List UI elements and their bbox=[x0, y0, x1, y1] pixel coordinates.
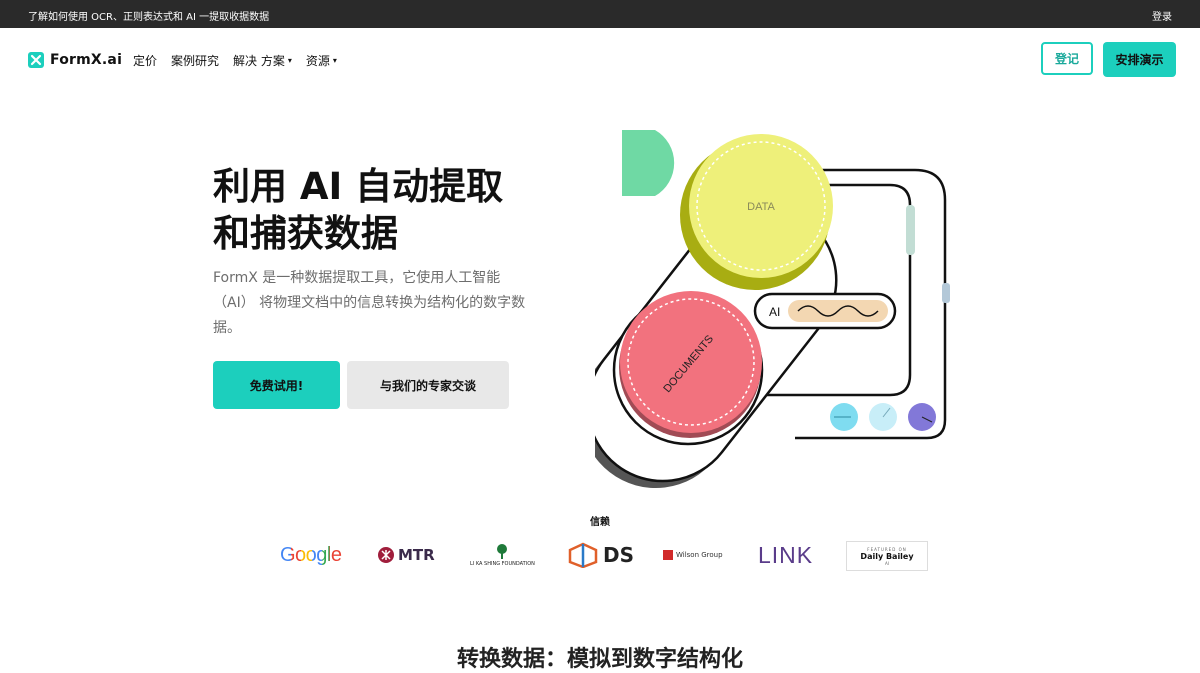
hero-illustration: DATA AI DOCUMENTS bbox=[580, 120, 955, 490]
nav-item-pricing[interactable]: 定价 bbox=[133, 52, 157, 69]
chevron-down-icon: ▾ bbox=[287, 56, 292, 65]
wilson-mark-icon bbox=[663, 550, 673, 560]
link-logo: LINK bbox=[758, 538, 813, 572]
nav-item-label: 资源 bbox=[305, 54, 330, 68]
nav-item-label: 案例研究 bbox=[171, 54, 220, 68]
hero-title-line-2: 和捕获数据 bbox=[213, 212, 398, 255]
hero-description: FormX 是一种数据提取工具，它使用人工智能（AI） 将物理文档中的信息转换为… bbox=[213, 270, 526, 336]
daily-bailey-badge: FEATURED ON Daily Bailey AI bbox=[846, 541, 928, 571]
login-link[interactable]: 登录 bbox=[1152, 8, 1172, 23]
client-logos: Google MTR LI KA SHING FOUNDATION DS Wil… bbox=[270, 538, 940, 572]
nav-item-label: 解决 方案 bbox=[233, 54, 285, 68]
main-nav: FormX.ai 定价 案例研究 解决 方案 ▾ 资源 ▾ 登记 安排演示 bbox=[0, 28, 1200, 92]
wilson-group-logo: Wilson Group bbox=[663, 538, 723, 572]
daily-bailey-ai-text: AI bbox=[885, 560, 889, 566]
google-logo-text: Google bbox=[280, 543, 342, 566]
mtr-logo-text: MTR bbox=[398, 546, 435, 564]
google-logo: Google bbox=[280, 538, 342, 572]
talk-to-expert-button[interactable]: 与我们的专家交谈 bbox=[347, 361, 509, 409]
announcement-bar: 了解如何使用 OCR、正则表达式和 AI 一提取收据数据 登录 bbox=[0, 0, 1200, 28]
li-ka-shing-logo: LI KA SHING FOUNDATION bbox=[470, 538, 535, 572]
nav-menu: 定价 案例研究 解决 方案 ▾ 资源 ▾ bbox=[133, 52, 337, 69]
data-label: DATA bbox=[747, 201, 775, 213]
daily-bailey-name: Daily Bailey bbox=[860, 551, 914, 561]
ds-cube-icon bbox=[568, 542, 598, 568]
ds-logo: DS bbox=[568, 538, 634, 572]
ai-label: AI bbox=[769, 305, 780, 319]
nav-item-resources[interactable]: 资源 ▾ bbox=[306, 52, 337, 69]
signup-button[interactable]: 登记 bbox=[1041, 42, 1093, 75]
book-demo-button[interactable]: 安排演示 bbox=[1103, 42, 1176, 77]
wilson-group-logo-text: Wilson Group bbox=[676, 551, 723, 559]
announcement-link[interactable]: 了解如何使用 OCR、正则表达式和 AI 一提取收据数据 bbox=[28, 8, 269, 23]
chevron-down-icon: ▾ bbox=[332, 56, 337, 65]
logo[interactable]: FormX.ai bbox=[28, 51, 122, 69]
link-logo-text: LINK bbox=[758, 541, 814, 568]
nav-item-label: 定价 bbox=[133, 54, 158, 68]
hero-title-line-1: 利用 AI 自动提取 bbox=[213, 165, 504, 208]
tree-icon bbox=[497, 544, 508, 559]
formx-logo-icon bbox=[28, 52, 44, 68]
trusted-by-label: 信赖 bbox=[590, 517, 610, 528]
li-ka-shing-logo-text: LI KA SHING FOUNDATION bbox=[470, 561, 535, 567]
mtr-logo: MTR bbox=[377, 538, 435, 572]
nav-item-case-studies[interactable]: 案例研究 bbox=[171, 52, 219, 69]
section-title: 转换数据：模拟到数字结构化 bbox=[456, 647, 743, 672]
mtr-icon bbox=[378, 547, 394, 563]
ds-logo-text: DS bbox=[603, 543, 635, 567]
logo-text: FormX.ai bbox=[50, 52, 123, 68]
free-trial-button[interactable]: 免费试用! bbox=[213, 361, 340, 409]
nav-item-solutions[interactable]: 解决 方案 ▾ bbox=[233, 52, 292, 69]
data-flow-graphic: DATA AI DOCUMENTS bbox=[580, 130, 950, 489]
hero-title: 利用 AI 自动提取 和捕获数据 bbox=[213, 163, 553, 257]
